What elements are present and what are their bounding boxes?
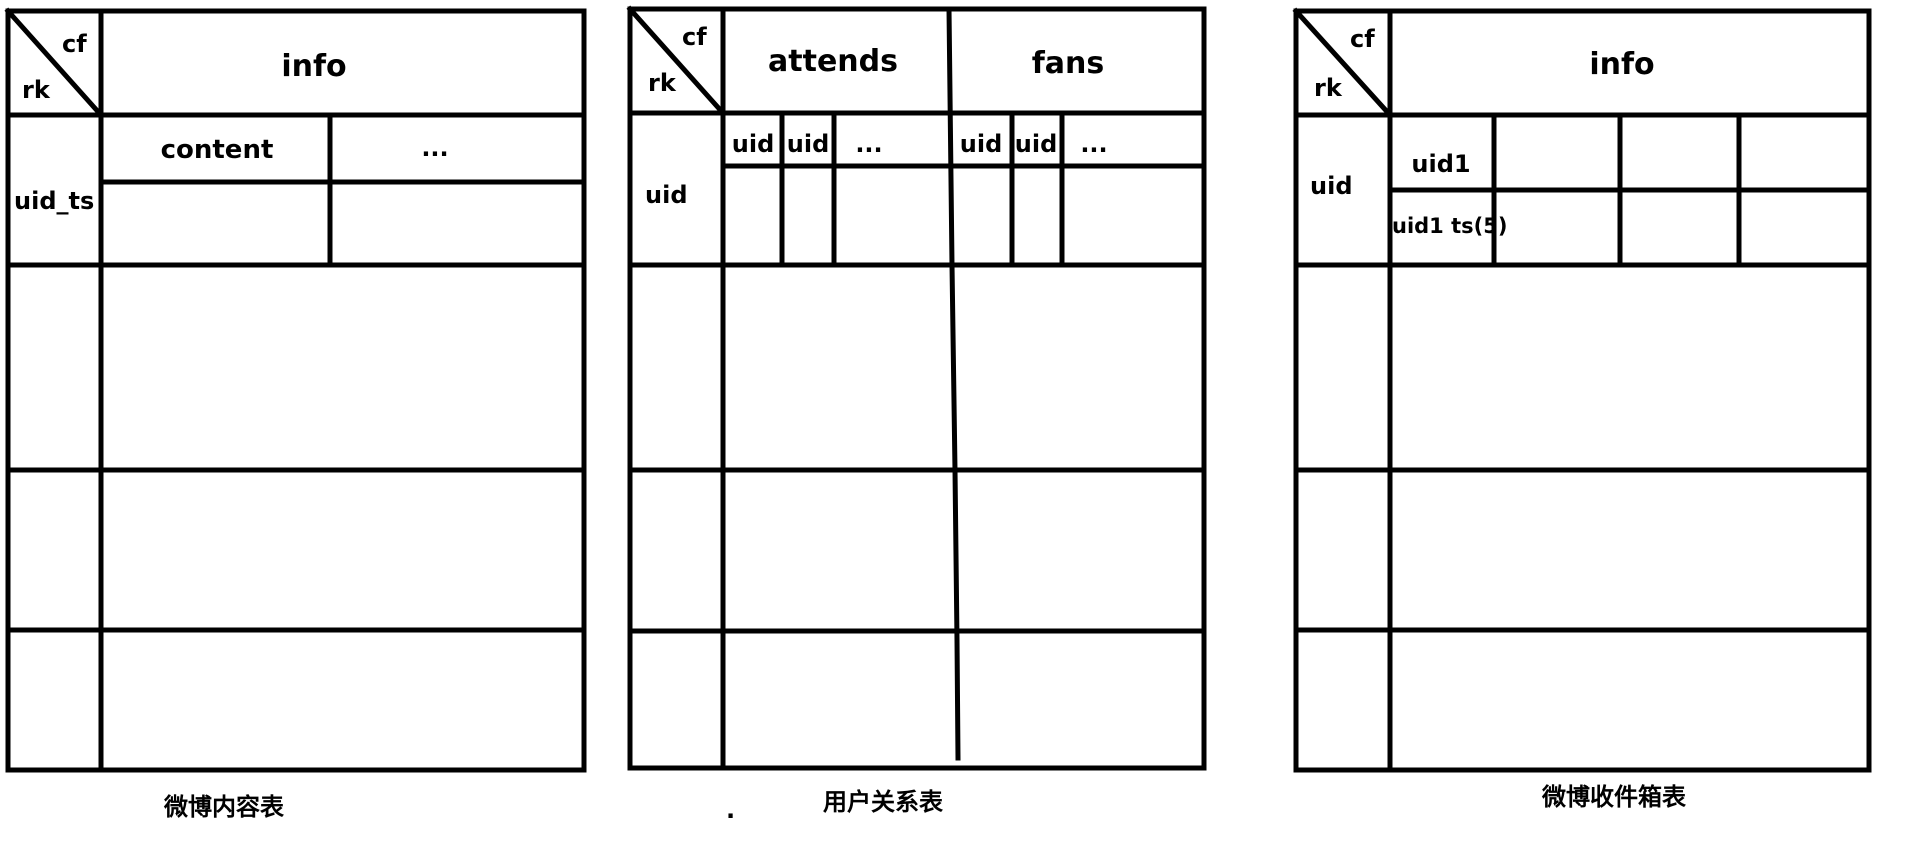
attends-qualifier-label: uid bbox=[787, 130, 830, 158]
corner-rk-label: rk bbox=[22, 76, 51, 104]
column-qualifier-ellipsis: ... bbox=[421, 134, 448, 162]
row-key-label: uid bbox=[1310, 172, 1353, 200]
cell-value-label: uid1 ts(5) bbox=[1392, 214, 1507, 238]
column-qualifier-label: uid1 bbox=[1411, 150, 1470, 178]
table-caption: 用户关系表 bbox=[823, 788, 944, 816]
column-family-label: info bbox=[1589, 47, 1654, 82]
fans-qualifier-ellipsis: ... bbox=[1080, 130, 1107, 158]
corner-rk-label: rk bbox=[1314, 74, 1343, 102]
column-family-label: info bbox=[281, 49, 346, 84]
corner-cf-label: cf bbox=[62, 30, 87, 58]
family-divider bbox=[946, 6, 961, 761]
column-family-fans-label: fans bbox=[1032, 46, 1105, 81]
fans-qualifier-label: uid bbox=[960, 130, 1003, 158]
table-caption: 微博收件箱表 bbox=[1541, 783, 1687, 811]
stray-dot: . bbox=[726, 796, 735, 824]
weibo-inbox-table: cf rk info uid uid1 uid1 ts(5) 微博收件箱表 bbox=[1292, 7, 1872, 811]
table-border bbox=[627, 6, 1207, 771]
column-qualifier-label: content bbox=[161, 135, 274, 165]
attends-qualifier-ellipsis: ... bbox=[855, 130, 882, 158]
table-border bbox=[1293, 8, 1872, 773]
row-key-label: uid bbox=[645, 181, 688, 209]
attends-qualifier-label: uid bbox=[732, 130, 775, 158]
table-border bbox=[5, 8, 587, 773]
table-caption: 微博内容表 bbox=[163, 793, 285, 821]
row-key-label: uid_ts bbox=[14, 187, 94, 215]
corner-diagonal bbox=[626, 5, 727, 117]
weibo-content-table: cf rk info uid_ts content ... 微博内容表 bbox=[4, 7, 587, 821]
corner-cf-label: cf bbox=[682, 23, 707, 51]
fans-qualifier-label: uid bbox=[1015, 130, 1058, 158]
user-relation-table: cf rk attends fans uid uid uid ... uid u… bbox=[626, 5, 1207, 824]
corner-cf-label: cf bbox=[1350, 25, 1375, 53]
corner-diagonal bbox=[1292, 7, 1394, 119]
corner-rk-label: rk bbox=[648, 69, 677, 97]
column-family-attends-label: attends bbox=[768, 44, 898, 79]
hbase-table-design-diagram: cf rk info uid_ts content ... 微博内容表 cf r… bbox=[4, 5, 1872, 824]
